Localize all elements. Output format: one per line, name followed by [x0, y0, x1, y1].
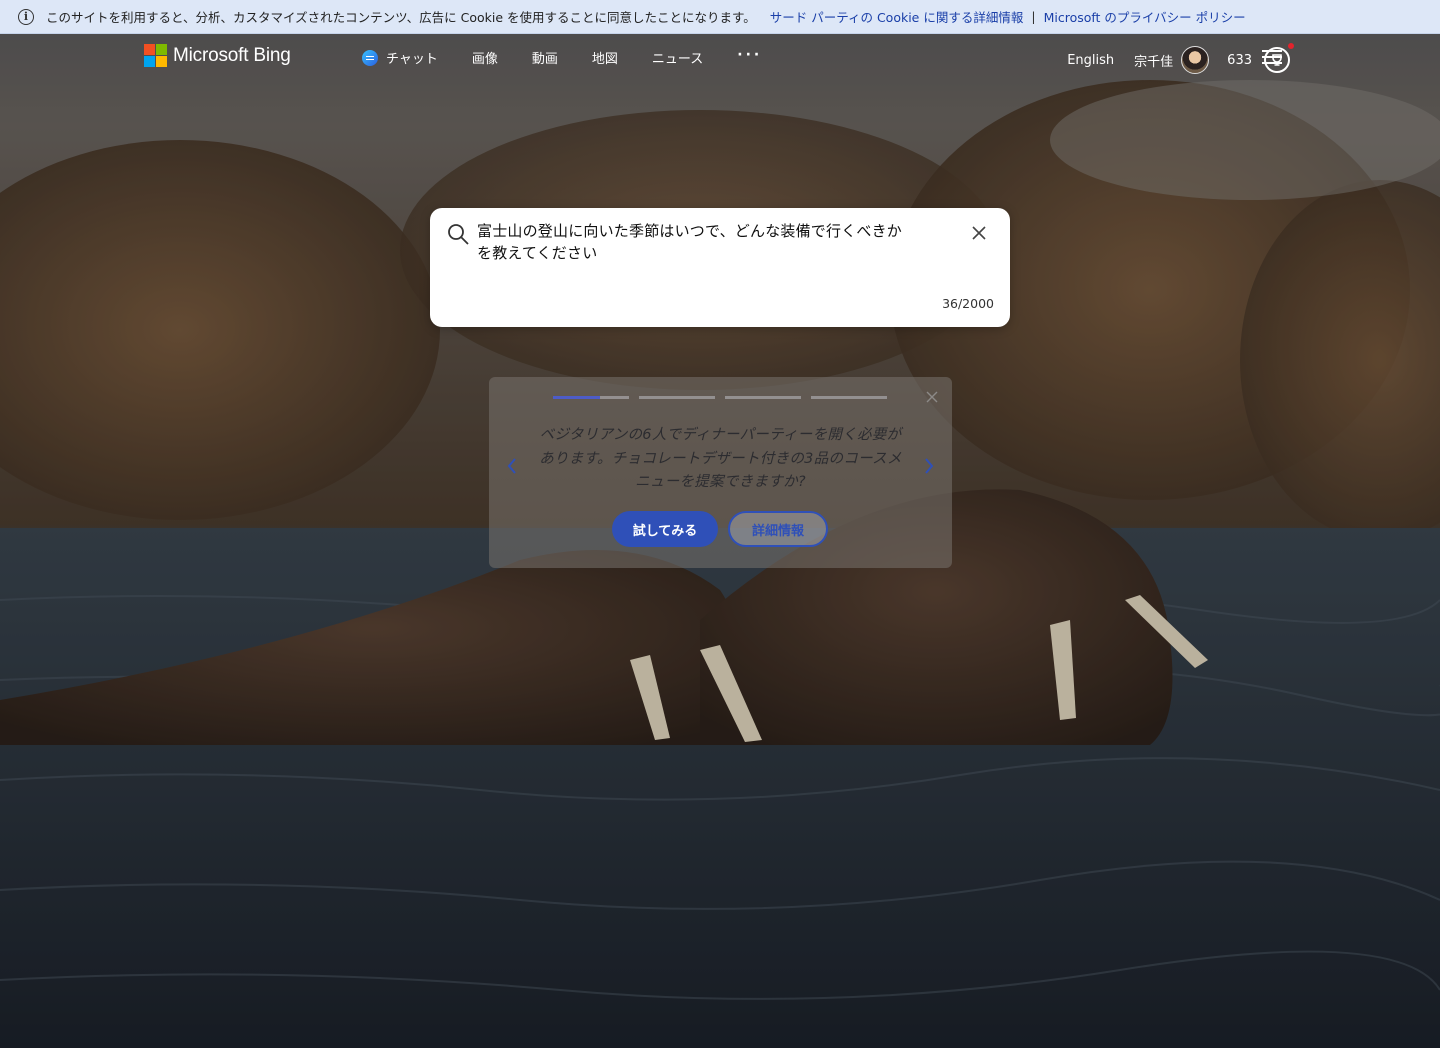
- cookie-message: このサイトを利用すると、分析、カスタマイズされたコンテンツ、広告に Cookie…: [46, 10, 756, 25]
- chevron-left-icon[interactable]: [505, 455, 519, 477]
- info-icon: i: [18, 8, 34, 25]
- logo-text: Microsoft Bing: [173, 44, 291, 66]
- avatar[interactable]: [1181, 46, 1210, 74]
- third-party-cookie-link[interactable]: サード パーティの Cookie に関する詳細情報: [770, 7, 1024, 26]
- rewards-points[interactable]: 633: [1227, 53, 1252, 68]
- search-icon: [448, 224, 469, 245]
- character-count: 36/2000: [942, 296, 994, 311]
- account-area: English 宗千佳 633: [1067, 43, 1294, 74]
- close-icon[interactable]: [926, 391, 938, 403]
- progress-step[interactable]: [553, 396, 629, 399]
- nav-more[interactable]: ···: [737, 47, 762, 63]
- bing-logo[interactable]: Microsoft Bing: [144, 44, 291, 67]
- search-box[interactable]: 富士山の登山に向いた季節はいつで、どんな装備で行くべきかを教えてください 36/…: [430, 208, 1010, 327]
- privacy-policy-link[interactable]: Microsoft のプライバシー ポリシー: [1044, 7, 1246, 26]
- header: Microsoft Bing チャット 画像 動画 地図 ニュース ··· En…: [0, 34, 1440, 80]
- carousel-progress: [553, 396, 897, 399]
- cookie-consent-bar: i このサイトを利用すると、分析、カスタマイズされたコンテンツ、広告に Cook…: [0, 0, 1440, 34]
- cookie-separator: |: [1031, 9, 1036, 24]
- menu-icon[interactable]: [1262, 50, 1282, 66]
- nav-chat[interactable]: チャット: [362, 48, 438, 67]
- nav-chat-label: チャット: [386, 52, 438, 67]
- progress-step[interactable]: [725, 396, 801, 399]
- progress-step[interactable]: [811, 396, 887, 399]
- chevron-right-icon[interactable]: [922, 455, 936, 477]
- suggestion-card: ベジタリアンの6人でディナーパーティーを開く必要があります。チョコレートデザート…: [489, 377, 952, 568]
- learn-more-button[interactable]: 詳細情報: [728, 511, 828, 547]
- microsoft-logo-icon: [144, 44, 167, 67]
- user-name[interactable]: 宗千佳: [1134, 51, 1173, 70]
- nav-videos[interactable]: 動画: [532, 48, 558, 67]
- search-input[interactable]: 富士山の登山に向いた季節はいつで、どんな装備で行くべきかを教えてください: [477, 220, 917, 264]
- progress-step[interactable]: [639, 396, 715, 399]
- nav-maps[interactable]: 地図: [592, 48, 618, 67]
- nav-images[interactable]: 画像: [472, 48, 498, 67]
- chat-icon: [362, 49, 378, 66]
- language-switch[interactable]: English: [1067, 53, 1114, 68]
- suggestion-text: ベジタリアンの6人でディナーパーティーを開く必要があります。チョコレートデザート…: [539, 427, 902, 490]
- main-nav: チャット 画像 動画 地図 ニュース ···: [362, 47, 796, 67]
- clear-search-icon[interactable]: [970, 224, 988, 242]
- nav-news[interactable]: ニュース: [652, 48, 703, 67]
- try-it-button[interactable]: 試してみる: [612, 511, 718, 547]
